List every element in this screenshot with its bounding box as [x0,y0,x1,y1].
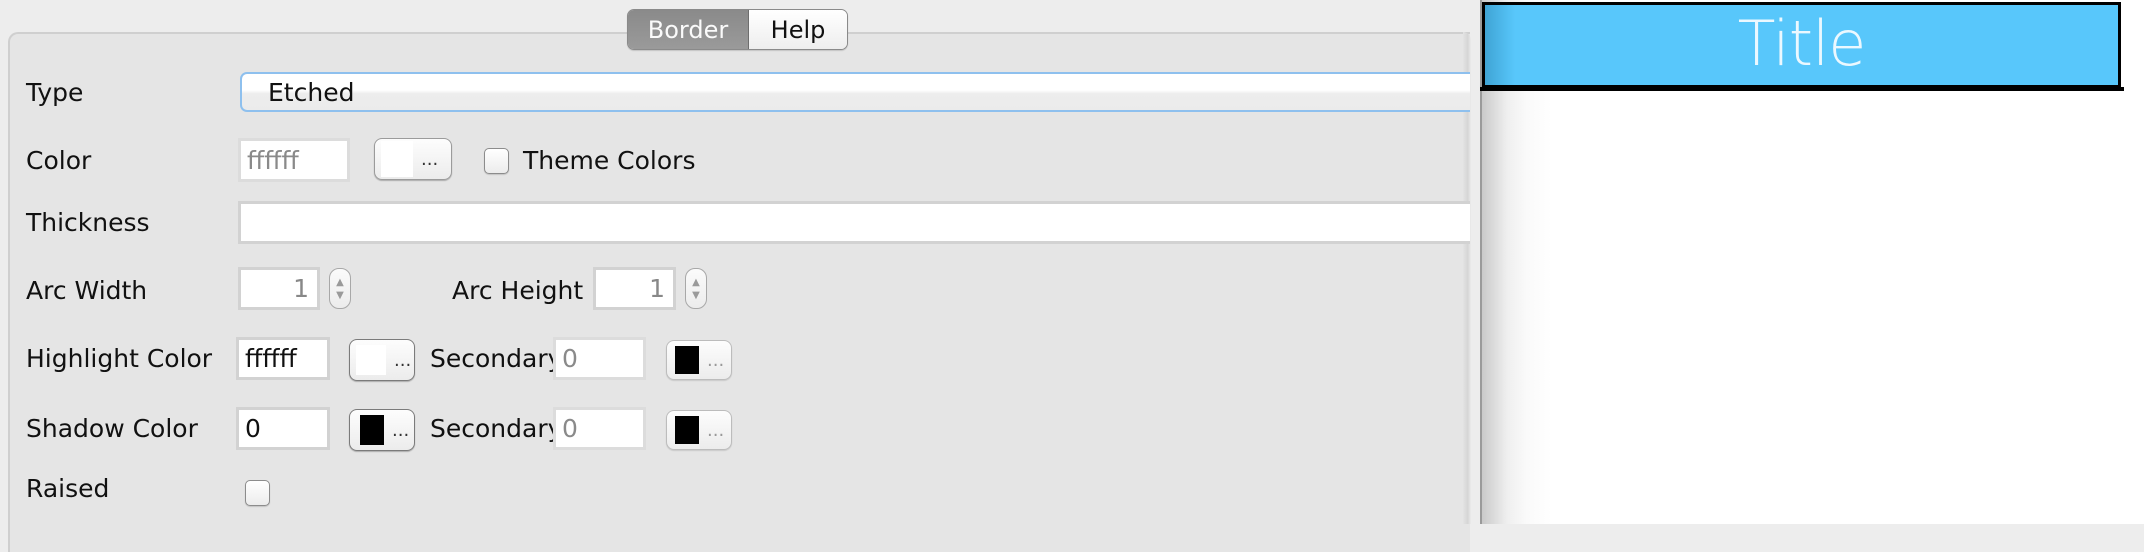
stepper-down-icon[interactable]: ▼ [692,289,700,302]
ellipsis-icon: ... [392,419,410,441]
color-swatch [381,141,413,177]
arc-height-field[interactable]: 1 [593,267,676,310]
highlight-secondary-label: Secondary [430,344,563,373]
type-combobox[interactable]: Etched [240,72,1470,112]
theme-colors-checkbox[interactable] [484,148,509,174]
shadow-color-field[interactable]: 0 [236,407,330,450]
color-label: Color [26,146,92,175]
highlight-color-picker-button[interactable]: ... [349,339,415,381]
title-preview: Title [1482,2,2121,88]
shadow-secondary-swatch [675,416,699,444]
raised-label: Raised [26,474,110,503]
highlight-secondary-field[interactable]: 0 [553,337,646,380]
shadow-color-picker-button[interactable]: ... [349,409,415,451]
arc-height-label: Arc Height [452,276,584,305]
shadow-secondary-picker-button[interactable]: ... [666,410,732,450]
arc-height-stepper[interactable]: ▲ ▼ [685,268,707,309]
color-field[interactable]: ffffff [238,138,350,182]
stepper-up-icon[interactable]: ▲ [336,276,344,289]
color-picker-button[interactable]: ... [374,138,452,180]
thickness-label: Thickness [26,208,150,237]
ellipsis-icon: ... [707,419,725,441]
theme-colors-label: Theme Colors [523,146,696,175]
shadow-color-swatch [360,415,384,445]
highlight-color-swatch [356,345,386,375]
ellipsis-icon: ... [394,349,412,371]
thickness-field[interactable] [238,201,1470,244]
tab-border[interactable]: Border [628,10,749,49]
highlight-secondary-picker-button[interactable]: ... [666,340,732,380]
arc-width-label: Arc Width [26,276,148,305]
shadow-secondary-label: Secondary [430,414,563,443]
ellipsis-icon: ... [421,148,439,170]
tab-help[interactable]: Help [749,10,847,49]
shadow-color-label: Shadow Color [26,414,198,443]
type-label: Type [26,78,84,107]
ellipsis-icon: ... [707,349,725,371]
type-value: Etched [268,77,355,107]
stepper-down-icon[interactable]: ▼ [336,289,344,302]
shadow-secondary-field[interactable]: 0 [553,407,646,450]
arc-width-field[interactable]: 1 [238,267,320,310]
stepper-up-icon[interactable]: ▲ [692,276,700,289]
highlight-color-label: Highlight Color [26,344,213,373]
tab-bar: Border Help [627,9,848,50]
title-text: Title [1737,6,1867,80]
raised-checkbox[interactable] [245,480,270,506]
highlight-secondary-swatch [675,346,699,374]
highlight-color-field[interactable]: ffffff [236,337,330,380]
arc-width-stepper[interactable]: ▲ ▼ [329,268,351,309]
